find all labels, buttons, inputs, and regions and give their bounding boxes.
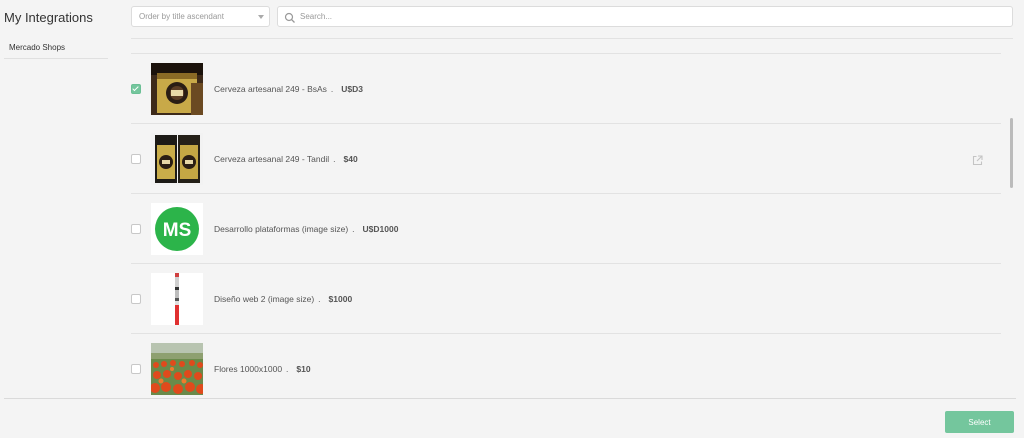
- external-link-icon[interactable]: [972, 153, 983, 166]
- item-checkbox[interactable]: [131, 224, 141, 234]
- item-title: Cerveza artesanal 249 - Tandil. $40: [214, 154, 358, 164]
- sidebar-title: My Integrations: [4, 10, 93, 25]
- item-checkbox[interactable]: [131, 154, 141, 164]
- item-separator: .: [318, 294, 321, 304]
- item-separator: .: [330, 84, 334, 94]
- order-select-value: Order by title ascendant: [139, 12, 224, 21]
- list-scrollbar[interactable]: [1010, 118, 1013, 188]
- search-icon: [284, 11, 296, 23]
- beer-bottle-image: [151, 63, 203, 115]
- item-separator: .: [286, 364, 289, 374]
- ms-logo-text: MS: [163, 220, 192, 241]
- item-price: U$D1000: [362, 224, 399, 234]
- beer-bottles-image: [151, 133, 203, 185]
- list-item: Cerveza artesanal 249 - BsAs. U$D3: [131, 53, 1001, 123]
- chevron-down-icon: [258, 15, 264, 19]
- list-item: Diseño web 2 (image size). $1000: [131, 263, 1001, 333]
- item-separator: .: [333, 154, 336, 164]
- item-checkbox[interactable]: [131, 84, 141, 94]
- item-name: Flores 1000x1000: [214, 364, 283, 374]
- list-item: MS Desarrollo plataformas (image size). U…: [131, 193, 1001, 263]
- item-name: Cerveza artesanal 249 - BsAs: [214, 84, 327, 94]
- item-title: Diseño web 2 (image size). $1000: [214, 294, 352, 304]
- list-item: Cerveza artesanal 249 - Tandil. $40: [131, 123, 1001, 193]
- divider: [4, 398, 1016, 399]
- item-price: $40: [343, 154, 358, 164]
- search-box[interactable]: [277, 6, 1013, 27]
- item-title: Desarrollo plataformas (image size). U$D1…: [214, 224, 398, 234]
- item-checkbox[interactable]: [131, 294, 141, 304]
- vertical-strip-image: [151, 273, 203, 325]
- item-name: Desarrollo plataformas (image size): [214, 224, 349, 234]
- select-button[interactable]: Select: [945, 411, 1014, 433]
- tulip-field-image: [151, 343, 203, 395]
- item-price: U$D3: [341, 84, 364, 94]
- item-name: Cerveza artesanal 249 - Tandil: [214, 154, 330, 164]
- item-price: $1000: [328, 294, 353, 304]
- item-name: Diseño web 2 (image size): [214, 294, 315, 304]
- item-checkbox[interactable]: [131, 364, 141, 374]
- search-input[interactable]: [300, 9, 1000, 24]
- item-price: $10: [296, 364, 311, 374]
- sidebar: My Integrations Mercado Shops: [0, 0, 112, 398]
- product-list: Cerveza artesanal 249 - BsAs. U$D3 Cervez…: [131, 53, 1001, 398]
- ms-logo-image: MS: [151, 203, 203, 255]
- divider: [131, 38, 1013, 39]
- item-separator: .: [352, 224, 355, 234]
- order-select[interactable]: Order by title ascendant: [131, 6, 270, 27]
- item-title: Flores 1000x1000. $10: [214, 364, 311, 374]
- list-item: Flores 1000x1000. $10: [131, 333, 1001, 398]
- item-title: Cerveza artesanal 249 - BsAs. U$D3: [214, 84, 363, 94]
- sidebar-item-mercado-shops[interactable]: Mercado Shops: [4, 40, 108, 59]
